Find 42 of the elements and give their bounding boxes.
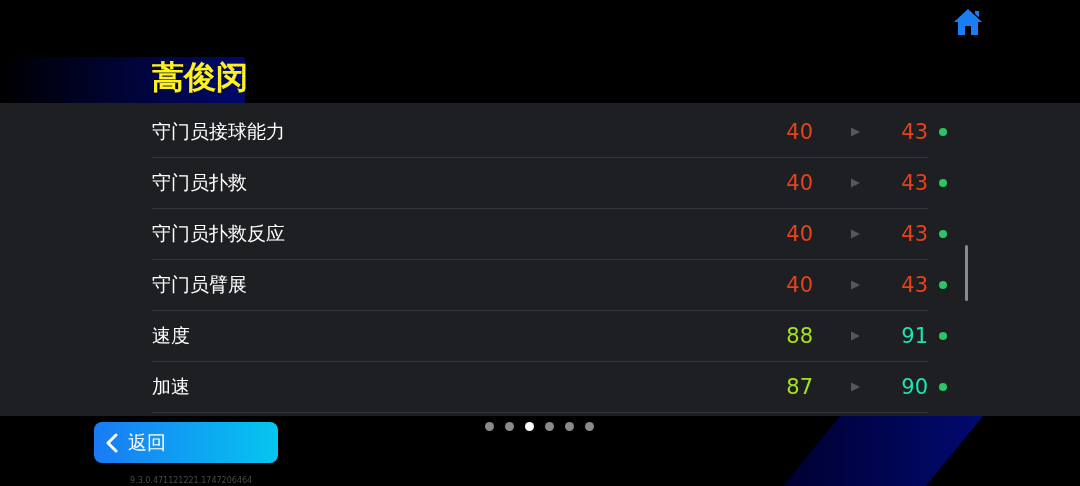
back-button[interactable]: 返回 <box>94 422 278 463</box>
stat-name: 守门员接球能力 <box>152 119 286 144</box>
stat-value: 43 <box>900 222 928 246</box>
home-icon[interactable] <box>952 7 984 37</box>
stat-name: 守门员扑救 <box>152 170 248 195</box>
arrow-icon <box>851 178 860 188</box>
page-dot[interactable] <box>565 422 574 431</box>
stat-value: 40 <box>785 171 813 195</box>
stat-value: 43 <box>900 120 928 144</box>
page-dot[interactable] <box>525 422 534 431</box>
arrow-icon <box>851 280 860 290</box>
stat-value: 91 <box>900 324 928 348</box>
stat-value: 88 <box>785 324 813 348</box>
stat-name: 速度 <box>152 323 191 348</box>
player-name: 蒿俊闵 <box>152 56 248 98</box>
status-dot <box>939 383 947 391</box>
status-dot <box>939 230 947 238</box>
chevron-left-icon <box>106 432 118 453</box>
stat-name: 守门员扑救反应 <box>152 221 286 246</box>
status-dot <box>939 332 947 340</box>
arrow-icon <box>851 127 860 137</box>
stat-value: 40 <box>785 273 813 297</box>
status-dot <box>939 179 947 187</box>
stat-value: 43 <box>900 273 928 297</box>
scrollbar <box>965 245 968 301</box>
stat-name: 守门员臂展 <box>152 272 248 297</box>
page-dot[interactable] <box>545 422 554 431</box>
arrow-icon <box>851 382 860 392</box>
stat-value: 43 <box>900 171 928 195</box>
status-dot <box>939 281 947 289</box>
stat-value: 40 <box>785 222 813 246</box>
stat-name: 加速 <box>152 374 191 399</box>
version-text: 9.3.0.471121221.1747206464 <box>130 476 253 485</box>
arrow-icon <box>851 229 860 239</box>
stat-value: 40 <box>785 120 813 144</box>
page-dot[interactable] <box>485 422 494 431</box>
status-dot <box>939 128 947 136</box>
page-dot[interactable] <box>585 422 594 431</box>
stat-value: 87 <box>785 375 813 399</box>
page-dot[interactable] <box>505 422 514 431</box>
stat-value: 90 <box>900 375 928 399</box>
arrow-icon <box>851 331 860 341</box>
